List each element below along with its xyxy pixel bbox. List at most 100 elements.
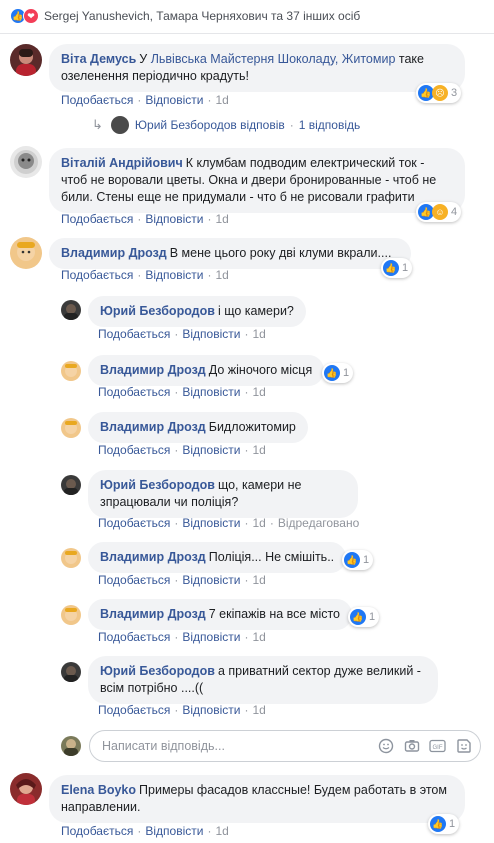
avatar[interactable]: [61, 548, 81, 568]
separator: ·: [207, 93, 212, 107]
view-replies-link[interactable]: ↳ Юрий Безбородов відповів · 1 відповідь: [92, 116, 360, 134]
reply-bubble: Юрий Безбородов що, камери не зпрацювали …: [88, 470, 358, 518]
reply-author[interactable]: Владимир Дрозд: [100, 550, 206, 564]
like-button[interactable]: Подобається: [61, 93, 133, 107]
timestamp[interactable]: 1d: [252, 630, 265, 644]
avatar[interactable]: [10, 237, 42, 269]
camera-icon[interactable]: [403, 738, 420, 755]
like-button[interactable]: Подобається: [98, 443, 170, 457]
reaction-count-badge[interactable]: 👍 ☺ 4: [416, 202, 462, 222]
reply-bubble: Владимир Дрозд 7 екіпажів на все місто: [88, 599, 353, 630]
avatar-photo-icon: [64, 479, 78, 495]
avatar[interactable]: [61, 418, 81, 438]
reply-author[interactable]: Юрий Безбородов: [100, 304, 215, 318]
divider: [0, 33, 494, 34]
reply-author[interactable]: Владимир Дрозд: [100, 607, 206, 621]
haha-icon: ☺: [432, 204, 448, 220]
timestamp[interactable]: 1d: [252, 516, 265, 530]
like-button[interactable]: Подобається: [98, 516, 170, 530]
reaction-count-badge[interactable]: 👍 1: [348, 607, 380, 627]
sad-icon: ☹: [432, 85, 448, 101]
comment-actions: Подобається · Відповісти · 1d: [61, 93, 229, 107]
separator: ·: [174, 703, 179, 717]
timestamp[interactable]: 1d: [252, 443, 265, 457]
like-button[interactable]: Подобається: [61, 824, 133, 838]
timestamp[interactable]: 1d: [252, 385, 265, 399]
comment-author[interactable]: Elena Boyko: [61, 783, 136, 797]
comment-text: У: [139, 52, 151, 66]
avatar[interactable]: [10, 44, 42, 76]
like-button[interactable]: Подобається: [98, 703, 170, 717]
timestamp[interactable]: 1d: [252, 573, 265, 587]
reply-button[interactable]: Відповісти: [182, 630, 240, 644]
gif-icon[interactable]: GIF: [429, 738, 446, 755]
reply-button[interactable]: Відповісти: [145, 824, 203, 838]
reply-button[interactable]: Відповісти: [182, 327, 240, 341]
separator: ·: [137, 824, 142, 838]
like-button[interactable]: Подобається: [61, 212, 133, 226]
avatar-photo-icon: [65, 364, 77, 377]
separator: ·: [289, 118, 294, 132]
edited-label[interactable]: Відредаговано: [278, 516, 359, 530]
reply-button[interactable]: Відповісти: [145, 268, 203, 282]
page-link[interactable]: Львівська Майстерня Шоколаду, Житомир: [151, 52, 396, 66]
reaction-count: 1: [402, 262, 409, 274]
timestamp[interactable]: 1d: [252, 703, 265, 717]
avatar[interactable]: [61, 605, 81, 625]
like-button[interactable]: Подобається: [98, 327, 170, 341]
replies-count[interactable]: 1 відповідь: [299, 118, 361, 132]
comment-author[interactable]: Віталій Андрійович: [61, 156, 183, 170]
reply-text: Поліція... Не смішіть..: [208, 550, 335, 564]
reply-button[interactable]: Відповісти: [182, 443, 240, 457]
reaction-count-badge[interactable]: 👍 1: [342, 550, 374, 570]
avatar[interactable]: [61, 475, 81, 495]
reply-button[interactable]: Відповісти: [182, 573, 240, 587]
reaction-count-badge[interactable]: 👍 1: [381, 258, 413, 278]
separator: ·: [207, 268, 212, 282]
timestamp[interactable]: 1d: [215, 93, 228, 107]
reply-bubble: Юрий Безбородов і що камери?: [88, 296, 306, 327]
avatar-photo-icon: [64, 666, 78, 682]
replies-author[interactable]: Юрий Безбородов відповів: [135, 118, 285, 132]
like-button[interactable]: Подобається: [61, 268, 133, 282]
avatar[interactable]: [10, 146, 42, 178]
reply-button[interactable]: Відповісти: [182, 385, 240, 399]
like-button[interactable]: Подобається: [98, 630, 170, 644]
reply-input-placeholder[interactable]: Написати відповідь...: [102, 739, 377, 753]
comment-author[interactable]: Владимир Дрозд: [61, 246, 167, 260]
reply-button[interactable]: Відповісти: [182, 516, 240, 530]
like-icon: 👍: [344, 552, 360, 568]
timestamp[interactable]: 1d: [215, 268, 228, 282]
emoji-icon[interactable]: [377, 738, 394, 755]
reply-button[interactable]: Відповісти: [182, 703, 240, 717]
reply-author[interactable]: Владимир Дрозд: [100, 363, 206, 377]
timestamp[interactable]: 1d: [215, 212, 228, 226]
like-icon: 👍: [350, 609, 366, 625]
sticker-icon[interactable]: [455, 738, 472, 755]
reply-bubble: Владимир Дрозд Бидложитомир: [88, 412, 308, 443]
separator: ·: [269, 516, 274, 530]
reaction-summary-text[interactable]: Sergej Yanushevich, Тамара Черняхович та…: [44, 9, 360, 23]
timestamp[interactable]: 1d: [252, 327, 265, 341]
avatar[interactable]: [61, 300, 81, 320]
reply-text: До жіночого місця: [208, 363, 313, 377]
like-button[interactable]: Подобається: [98, 385, 170, 399]
reaction-count-badge[interactable]: 👍 ☹ 3: [416, 83, 462, 103]
reaction-summary[interactable]: 👍 ❤ Sergej Yanushevich, Тамара Черняхови…: [10, 6, 360, 26]
reply-author[interactable]: Юрий Безбородов: [100, 478, 215, 492]
avatar[interactable]: [61, 662, 81, 682]
reply-input[interactable]: Написати відповідь... GIF: [89, 730, 481, 762]
reaction-count-badge[interactable]: 👍 1: [322, 363, 354, 383]
reply-button[interactable]: Відповісти: [145, 93, 203, 107]
reaction-count-badge[interactable]: 👍 1: [428, 814, 460, 834]
like-button[interactable]: Подобається: [98, 573, 170, 587]
reply-author[interactable]: Юрий Безбородов: [100, 664, 215, 678]
avatar[interactable]: [10, 773, 42, 805]
comment-author[interactable]: Віта Демусь: [61, 52, 136, 66]
avatar-photo-icon: [64, 304, 78, 320]
reply-button[interactable]: Відповісти: [145, 212, 203, 226]
avatar: [110, 116, 129, 134]
timestamp[interactable]: 1d: [215, 824, 228, 838]
avatar[interactable]: [61, 361, 81, 381]
reply-author[interactable]: Владимир Дрозд: [100, 420, 206, 434]
